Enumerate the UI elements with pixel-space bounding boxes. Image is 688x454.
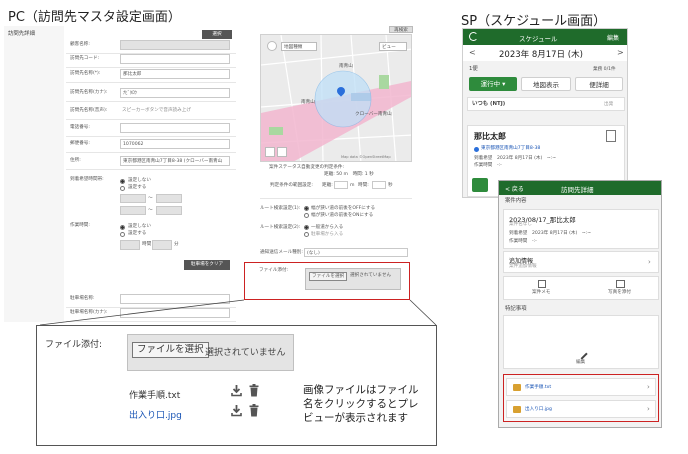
preview-note-line-1: 画像ファイルはファイル	[303, 384, 419, 396]
photo-icon[interactable]	[616, 280, 625, 288]
sp-detail-screen: < 戻る 訪問先詳細 案件内容 2023/08/17_那比太郎 案件名なし 到着…	[498, 180, 662, 428]
sp-icon-button-row: 案件メモ 写真を添付	[503, 276, 659, 300]
preview-note-line-3: ビューが表示されます	[303, 412, 408, 424]
sp-file-2[interactable]: 出入り口.jpg	[525, 407, 552, 413]
sp-date-bar: < 2023年 8月17日 (木) >	[463, 45, 627, 61]
sp-tab-map[interactable]: 地図表示	[521, 77, 571, 91]
preview-note: 画像ファイルはファイル 名をクリックするとプレ ビューが表示されます	[303, 383, 419, 425]
sp-file-highlight: 作業手順.txt › 出入り口.jpg ›	[503, 374, 659, 422]
download-icon[interactable]	[231, 404, 242, 417]
trash-icon[interactable]	[249, 404, 259, 417]
sp-back-button[interactable]: < 戻る	[505, 184, 524, 193]
sp-date: 2023年 8月17日 (木)	[499, 50, 583, 60]
refresh-icon[interactable]	[469, 32, 478, 41]
sp-special-title: 特記事項	[505, 306, 527, 312]
memo-icon[interactable]	[538, 280, 546, 288]
document-icon[interactable]	[606, 130, 616, 142]
sp-tab-detail[interactable]: 便詳細	[575, 77, 623, 91]
sp-header: スケジュール 編集	[463, 29, 627, 45]
chevron-right-icon: ›	[647, 405, 650, 413]
chevron-right-icon: ›	[648, 258, 651, 266]
trash-icon[interactable]	[249, 384, 259, 397]
next-date-button[interactable]: >	[617, 48, 624, 57]
sp-detail-title: 訪問先詳細	[561, 186, 594, 194]
sp-extra-row[interactable]: 追加情報 案件追加情報 ›	[503, 251, 659, 273]
sp-schedule-screen: スケジュール 編集 < 2023年 8月17日 (木) > 1便 業務 0/1件…	[462, 28, 628, 198]
sp-section-title: いつも (NTJ)	[472, 101, 506, 107]
chevron-right-icon: ›	[647, 383, 650, 391]
sp-photo-label[interactable]: 写真を添付	[608, 290, 631, 296]
sp-file-row-2[interactable]: 出入り口.jpg ›	[506, 400, 656, 418]
sp-special-area[interactable]: 編集	[503, 315, 659, 369]
sp-detail-work: 作業時間 -:-	[509, 239, 537, 244]
preview-note-line-2: 名をクリックするとプレ	[303, 398, 419, 410]
sp-memo-label[interactable]: 案件メモ	[532, 290, 550, 296]
sp-count-label: 業務 0/1件	[593, 67, 616, 72]
pencil-icon[interactable]	[576, 348, 588, 360]
sp-detail-header: < 戻る 訪問先詳細	[499, 181, 661, 195]
sp-edit-button[interactable]: 編集	[607, 33, 619, 42]
sp-address[interactable]: 東京都港区南青山7丁目8-38	[481, 146, 540, 152]
sp-case-card: 2023/08/17_那比太郎 案件名なし 到着希望 2023年 8月17日 (…	[503, 209, 659, 249]
sp-section-row: いつも (NTJ) 出発	[467, 97, 625, 111]
sp-edit-label[interactable]: 編集	[576, 360, 585, 366]
sp-detail-wish: 到着希望 2023年 8月17日 (木) ~:~	[509, 231, 592, 236]
callout-file-none-text: 選択されていません	[205, 348, 286, 358]
check-icon[interactable]	[472, 178, 488, 192]
sp-tab-running[interactable]: 運行中 ▾	[469, 77, 517, 91]
callout-file-choose-button[interactable]: ファイルを選択	[132, 342, 209, 358]
download-icon[interactable]	[231, 384, 242, 397]
prev-date-button[interactable]: <	[469, 48, 476, 57]
sp-extra-sub: 案件追加情報	[509, 264, 537, 269]
location-icon	[474, 147, 479, 152]
sp-detail-section: 案件内容	[505, 198, 527, 204]
sp-work: 作業時間 -:-	[474, 163, 502, 168]
sp-title: スケジュール	[519, 35, 558, 43]
folder-icon	[513, 384, 521, 391]
sp-section-right: 出発	[604, 102, 614, 107]
sp-route-label: 1便	[469, 66, 478, 72]
callout-file-1[interactable]: 作業手順.txt	[129, 388, 180, 401]
sp-wish: 到着希望 2023年 8月17日 (木) ~:~	[474, 156, 557, 161]
sp-visit-name: 那比太郎	[474, 132, 506, 141]
sp-file-row-1[interactable]: 作業手順.txt ›	[506, 378, 656, 396]
folder-icon	[513, 406, 521, 413]
callout-file-box: ファイルを選択 選択されていません	[127, 334, 294, 371]
file-attach-callout: ファイル添付: ファイルを選択 選択されていません 作業手順.txt 出入り口.…	[36, 325, 437, 446]
callout-file-label: ファイル添付:	[45, 340, 103, 350]
sp-file-1[interactable]: 作業手順.txt	[525, 385, 551, 391]
callout-file-2-link[interactable]: 出入り口.jpg	[129, 408, 182, 421]
sp-case-sub: 案件名なし	[509, 222, 532, 227]
